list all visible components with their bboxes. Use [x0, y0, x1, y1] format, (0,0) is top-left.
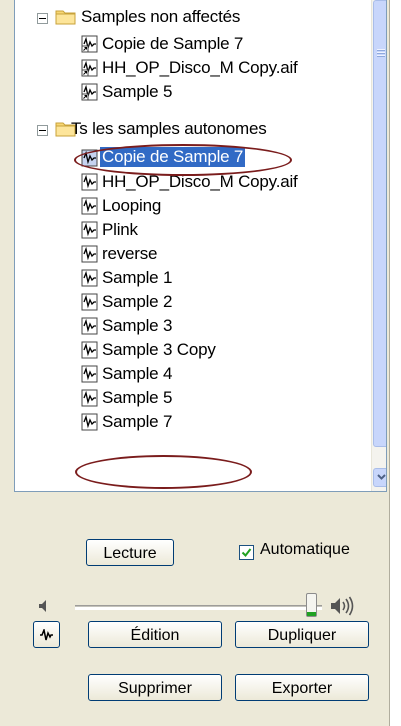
group-label-unassigned[interactable]: Samples non affectés [81, 7, 240, 27]
folder-icon [55, 10, 76, 25]
sample-file-icon [81, 245, 98, 263]
sample-file-icon [81, 341, 98, 359]
checkmark-icon [241, 548, 252, 558]
sample-file-alias-icon [81, 59, 98, 77]
waveform-button[interactable] [33, 621, 60, 648]
sample-file-icon [81, 389, 98, 407]
volume-low-icon [39, 600, 46, 612]
tree-item-label: Looping [102, 196, 162, 215]
tree-item-label: HH_OP_Disco_M Copy.aif [102, 172, 298, 191]
tree-item-label: Sample 3 [102, 316, 173, 335]
tree-item-label: reverse [102, 244, 158, 263]
volume-slider-thumb[interactable] [306, 593, 317, 617]
grip-icon [377, 49, 385, 57]
edit-button[interactable]: Édition [88, 621, 222, 648]
scrollbar-thumb[interactable] [373, 0, 386, 447]
sample-file-icon [81, 197, 98, 215]
group-label-all-samples[interactable]: Ts les samples autonomes [71, 119, 267, 139]
tree-scrollbar[interactable] [371, 0, 386, 491]
sample-file-alias-icon [81, 35, 98, 53]
auto-checkbox-label[interactable]: Automatique [260, 541, 350, 559]
tree-item-label: Sample 5 [102, 388, 173, 407]
volume-high-icon [331, 596, 354, 616]
sample-file-alias-icon [81, 83, 98, 101]
collapse-toggle-all-samples[interactable] [37, 125, 48, 136]
tree-item-label: Sample 5 [102, 82, 173, 101]
tree-item-label: Copie de Sample 7 [102, 34, 244, 53]
collapse-toggle-unassigned[interactable] [37, 13, 48, 24]
sample-tree[interactable]: Samples non affectés Copie de Sample 7 H… [14, 0, 387, 492]
sample-file-icon [81, 269, 98, 287]
sample-file-icon [81, 149, 98, 167]
tree-item-label: Sample 1 [102, 268, 173, 287]
waveform-icon [40, 627, 53, 641]
sample-file-icon [81, 365, 98, 383]
tree-item-label: Sample 4 [102, 364, 173, 383]
export-button[interactable]: Exporter [235, 674, 369, 701]
sample-file-icon [81, 221, 98, 239]
duplicate-button[interactable]: Dupliquer [235, 621, 369, 648]
volume-slider-track[interactable] [75, 605, 322, 610]
sample-file-icon [81, 173, 98, 191]
tree-item-label: Sample 3 Copy [102, 340, 216, 359]
highlight-ellipse [75, 455, 252, 489]
chevron-down-icon [376, 474, 386, 480]
tree-item-label: Sample 2 [102, 292, 173, 311]
sample-panel: Samples non affectés Copie de Sample 7 H… [0, 0, 390, 726]
sample-file-icon [81, 317, 98, 335]
tree-item-label: Copie de Sample 7 [100, 147, 246, 167]
auto-checkbox[interactable] [239, 545, 254, 560]
tree-item-label: Sample 7 [102, 412, 173, 431]
sample-file-icon [81, 293, 98, 311]
scroll-down-button[interactable] [373, 468, 386, 487]
tree-item-label: HH_OP_Disco_M Copy.aif [102, 58, 298, 77]
sample-file-icon [81, 413, 98, 431]
play-button[interactable]: Lecture [86, 539, 174, 566]
delete-button[interactable]: Supprimer [88, 674, 222, 701]
tree-item-label: Plink [102, 220, 138, 239]
